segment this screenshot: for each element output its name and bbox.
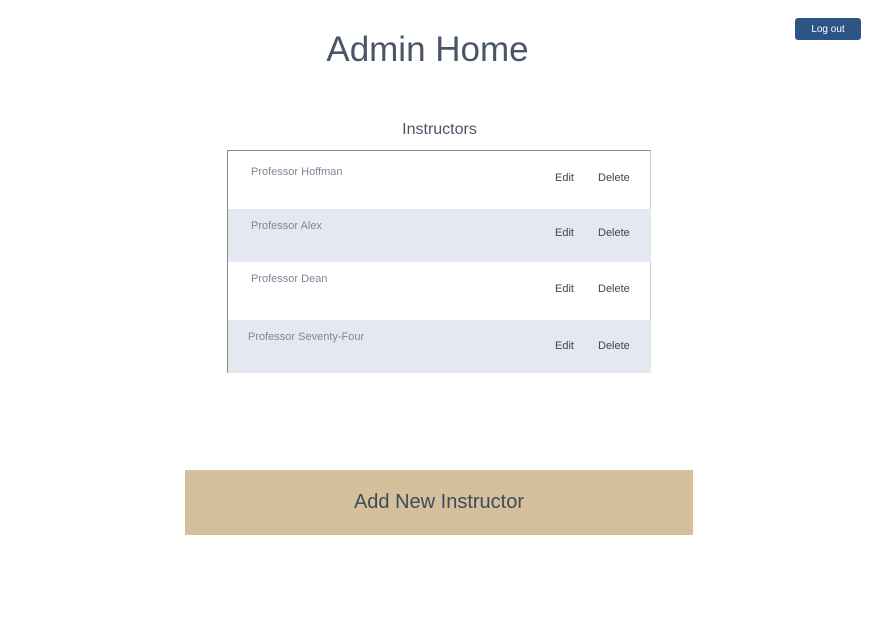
instructor-list: Professor Hoffman Edit Delete Professor … — [227, 150, 651, 373]
instructor-row: Professor Alex Edit Delete — [228, 209, 651, 262]
delete-button[interactable]: Delete — [598, 340, 630, 352]
edit-button[interactable]: Edit — [555, 340, 574, 352]
instructors-heading: Instructors — [402, 121, 477, 138]
admin-home-page: Log out Admin Home Instructors Professor… — [0, 0, 881, 621]
instructor-row: Professor Hoffman Edit Delete — [228, 151, 651, 209]
instructor-name: Professor Dean — [251, 273, 328, 285]
instructor-name: Professor Seventy-Four — [248, 331, 365, 343]
delete-button[interactable]: Delete — [598, 227, 630, 239]
page-title: Admin Home — [326, 30, 529, 69]
edit-button[interactable]: Edit — [555, 227, 574, 239]
edit-button[interactable]: Edit — [555, 172, 574, 184]
instructor-row: Professor Seventy-Four Edit Delete — [228, 320, 651, 373]
edit-button[interactable]: Edit — [555, 283, 574, 295]
instructor-row: Professor Dean Edit Delete — [228, 262, 651, 320]
add-instructor-button[interactable]: Add New Instructor — [185, 470, 693, 535]
instructor-name: Professor Hoffman — [251, 166, 343, 178]
delete-button[interactable]: Delete — [598, 283, 630, 295]
delete-button[interactable]: Delete — [598, 172, 630, 184]
instructor-name: Professor Alex — [251, 220, 322, 232]
